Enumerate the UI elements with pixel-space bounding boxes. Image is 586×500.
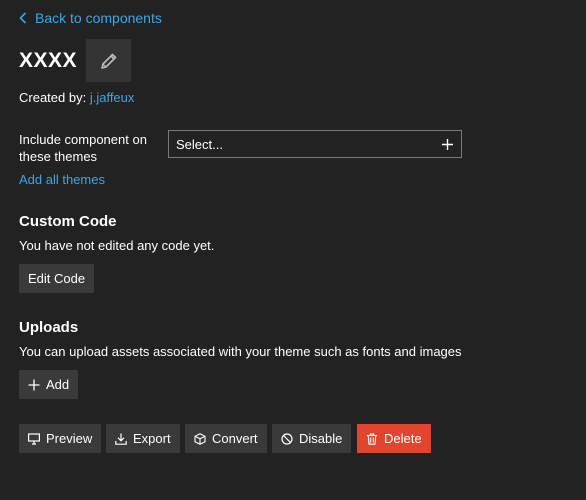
convert-button[interactable]: Convert bbox=[185, 424, 267, 453]
created-by-label: Created by: bbox=[19, 90, 87, 105]
delete-button[interactable]: Delete bbox=[357, 424, 431, 453]
themes-select[interactable]: Select... bbox=[168, 130, 462, 158]
uploads-description: You can upload assets associated with yo… bbox=[19, 344, 462, 359]
delete-label: Delete bbox=[384, 431, 422, 446]
themes-select-placeholder: Select... bbox=[176, 136, 223, 152]
add-upload-button[interactable]: Add bbox=[19, 370, 79, 399]
back-to-components-link[interactable]: Back to components bbox=[19, 10, 162, 26]
preview-label: Preview bbox=[46, 431, 93, 446]
add-all-themes-link[interactable]: Add all themes bbox=[19, 172, 105, 187]
export-label: Export bbox=[133, 431, 171, 446]
disable-button[interactable]: Disable bbox=[272, 424, 352, 453]
pencil-icon bbox=[100, 53, 116, 69]
back-link-label: Back to components bbox=[35, 10, 162, 26]
author-link[interactable]: j.jaffeux bbox=[90, 90, 135, 105]
add-upload-label: Add bbox=[46, 377, 70, 392]
plus-icon bbox=[28, 379, 40, 390]
trash-icon bbox=[367, 432, 377, 445]
download-icon bbox=[115, 433, 127, 445]
convert-label: Convert bbox=[212, 431, 258, 446]
uploads-heading: Uploads bbox=[19, 319, 79, 336]
edit-code-label: Edit Code bbox=[28, 271, 86, 286]
desktop-icon bbox=[28, 432, 40, 445]
disable-label: Disable bbox=[299, 431, 343, 446]
export-button[interactable]: Export bbox=[106, 424, 180, 453]
custom-code-description: You have not edited any code yet. bbox=[19, 238, 215, 253]
plus-icon bbox=[442, 138, 453, 150]
ban-icon bbox=[281, 432, 293, 445]
edit-title-button[interactable] bbox=[86, 39, 132, 82]
title-row: XXXX bbox=[19, 39, 132, 82]
edit-code-button[interactable]: Edit Code bbox=[19, 264, 95, 293]
include-themes-label: Include component on these themes bbox=[19, 132, 147, 164]
preview-button[interactable]: Preview bbox=[19, 424, 102, 453]
chevron-left-icon bbox=[19, 12, 27, 24]
cube-icon bbox=[194, 432, 206, 445]
created-by: Created by: j.jaffeux bbox=[19, 90, 134, 105]
theme-component-page: Back to components XXXX Created by: j.ja… bbox=[0, 0, 586, 500]
component-title: XXXX bbox=[19, 48, 78, 72]
custom-code-heading: Custom Code bbox=[19, 213, 117, 230]
